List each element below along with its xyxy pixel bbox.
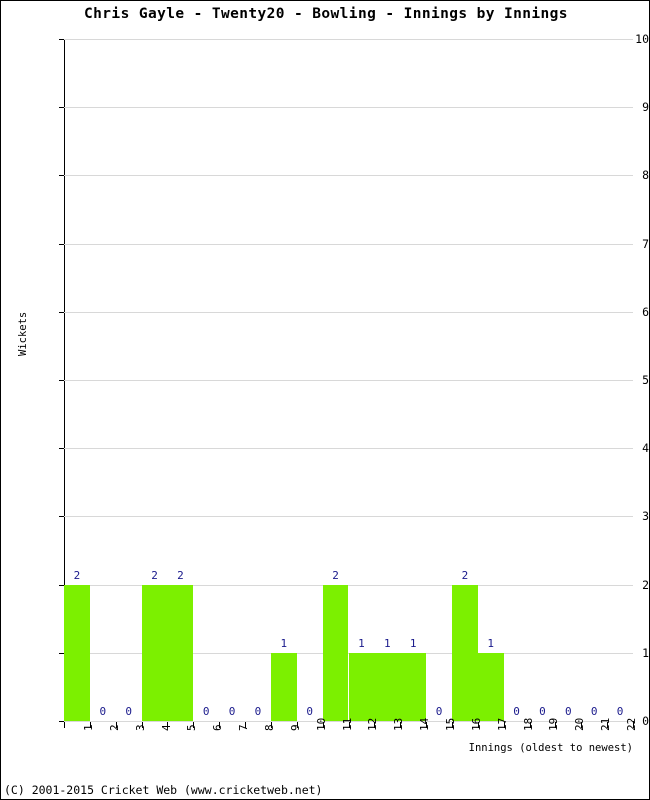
x-tick-mark	[451, 722, 453, 728]
x-axis-title: Innings (oldest to newest)	[468, 742, 633, 754]
bar	[64, 584, 90, 721]
bar	[322, 584, 349, 721]
bar-value-label: 2	[151, 568, 158, 582]
x-tick-label: 17	[495, 717, 509, 731]
x-tick-mark	[193, 722, 195, 728]
x-tick-label: 12	[366, 717, 380, 731]
gridline	[64, 380, 633, 381]
bar-value-label: 0	[228, 705, 236, 718]
x-tick-mark	[245, 722, 247, 728]
plot-area	[64, 39, 633, 722]
x-tick-mark	[529, 722, 531, 728]
chart-title: Chris Gayle - Twenty20 - Bowling - Innin…	[84, 6, 568, 22]
bar-value-label: 0	[254, 705, 262, 718]
x-tick-mark	[141, 722, 143, 728]
x-tick-label: 20	[573, 717, 587, 731]
x-tick-label: 1	[81, 724, 95, 731]
bar	[400, 652, 427, 721]
bar-value-label: 0	[616, 705, 624, 718]
x-tick-mark	[555, 722, 557, 728]
x-tick-label: 7	[237, 724, 251, 731]
x-tick-label: 10	[314, 717, 328, 731]
x-tick-mark	[581, 722, 583, 728]
x-tick-mark	[167, 722, 169, 728]
x-tick-mark	[115, 722, 117, 728]
bar-value-label: 2	[332, 568, 339, 582]
bar-value-label: 0	[125, 705, 132, 718]
bar-value-label: 0	[99, 705, 107, 718]
x-tick-mark	[348, 722, 350, 728]
x-tick-mark	[64, 722, 65, 728]
bar-value-label: 0	[202, 705, 210, 718]
gridline	[64, 175, 633, 177]
gridline	[64, 448, 633, 450]
x-tick-mark	[374, 722, 376, 728]
x-tick-mark	[400, 722, 402, 728]
x-tick-mark	[477, 722, 479, 728]
bar-value-label: 1	[487, 636, 495, 650]
bar-value-label: 0	[513, 705, 520, 718]
x-tick-label: 11	[340, 717, 354, 731]
x-tick-mark	[503, 722, 505, 728]
x-tick-label: 9	[288, 724, 302, 731]
bar	[141, 584, 168, 721]
x-tick-label: 6	[211, 724, 225, 731]
x-tick-mark	[219, 722, 221, 728]
x-tick-label: 18	[521, 717, 535, 731]
x-tick-label: 3	[133, 724, 147, 731]
x-tick-mark	[322, 722, 324, 728]
y-axis-title: Wickets	[17, 311, 29, 356]
x-tick-label: 19	[547, 717, 561, 731]
bar-value-label: 0	[435, 705, 443, 718]
bar-value-label: 0	[306, 705, 313, 718]
bar-value-label: 0	[565, 705, 572, 718]
x-tick-label: 15	[444, 717, 458, 731]
x-tick-label: 13	[392, 717, 406, 731]
x-tick-label: 21	[599, 717, 613, 731]
x-tick-label: 5	[185, 724, 199, 731]
bar	[167, 584, 194, 721]
bar-value-label: 1	[409, 636, 417, 650]
x-tick-label: 8	[262, 724, 276, 731]
bar	[477, 652, 504, 721]
bar	[270, 652, 297, 721]
gridline	[64, 243, 633, 245]
x-tick-mark	[426, 722, 428, 728]
x-tick-label: 22	[625, 717, 639, 731]
footer-divider	[1, 771, 649, 772]
x-tick-mark	[89, 722, 91, 728]
bar	[374, 652, 401, 721]
x-tick-mark	[633, 722, 634, 728]
x-tick-mark	[296, 722, 298, 728]
gridline	[64, 311, 633, 313]
bar-value-label: 2	[177, 568, 184, 582]
bar-value-label: 2	[461, 568, 469, 582]
bar	[348, 652, 375, 721]
bar	[451, 584, 478, 721]
bar-value-label: 0	[590, 705, 598, 718]
bar-value-label: 1	[280, 636, 288, 650]
bar-value-label: 1	[358, 636, 365, 650]
chart-container: Chris Gayle - Twenty20 - Bowling - Innin…	[0, 0, 650, 800]
footer-copyright: (C) 2001-2015 Cricket Web (www.cricketwe…	[4, 783, 323, 797]
gridline	[64, 107, 633, 109]
gridline	[64, 516, 633, 518]
x-tick-mark	[270, 722, 272, 728]
bar-value-label: 1	[383, 636, 391, 650]
x-tick-label: 16	[469, 717, 483, 731]
x-tick-mark	[607, 722, 609, 728]
x-tick-label: 14	[418, 717, 432, 731]
x-tick-label: 2	[107, 724, 121, 731]
bar-value-label: 2	[73, 568, 81, 582]
x-tick-label: 4	[159, 724, 173, 731]
gridline	[64, 39, 633, 40]
bar-value-label: 0	[539, 705, 546, 718]
